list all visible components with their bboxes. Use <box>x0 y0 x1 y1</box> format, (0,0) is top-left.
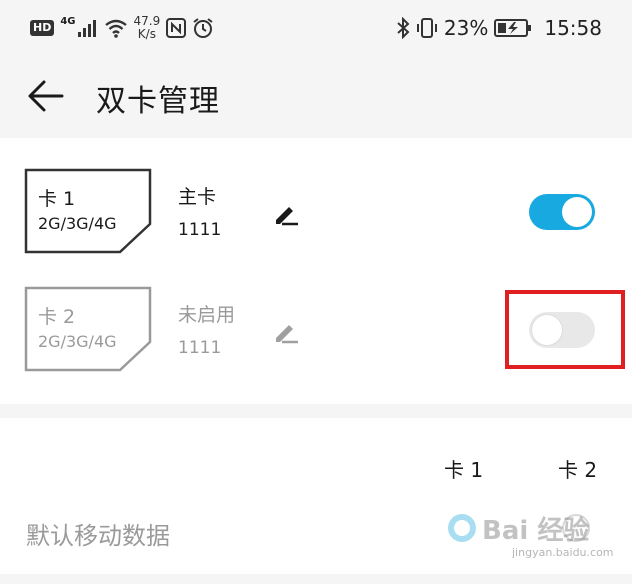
status-left: HD 4G 47.9 K/s <box>30 14 214 42</box>
status-right: 23% 15:58 <box>396 14 602 42</box>
edit-icon[interactable] <box>272 200 300 228</box>
sim-card-icon: 卡 1 2G/3G/4G <box>24 168 152 254</box>
watermark-logo: Bai 经验 <box>482 516 590 546</box>
sim-card-number: 1111 <box>178 220 222 240</box>
default-data-radio-card-1[interactable] <box>448 514 476 542</box>
default-data-label: 默认移动数据 <box>26 522 170 550</box>
sim-card-name: 卡 2 <box>38 306 76 328</box>
sim-card-role: 未启用 <box>178 304 236 326</box>
back-arrow-icon[interactable] <box>26 78 66 114</box>
nfc-icon <box>166 18 187 38</box>
page-header: 双卡管理 <box>0 56 632 138</box>
sim-card-tech: 2G/3G/4G <box>38 332 117 351</box>
status-bar: HD 4G 47.9 K/s 23% 15:58 <box>0 0 632 56</box>
sim-card-icon: 卡 2 2G/3G/4G <box>24 286 152 372</box>
bottom-strip <box>0 574 632 584</box>
sim-card-tech: 2G/3G/4G <box>38 214 117 233</box>
speed-unit: K/s <box>137 27 156 41</box>
page-title: 双卡管理 <box>96 84 220 119</box>
sim-card-1-row: 卡 1 2G/3G/4G 主卡 1111 <box>0 168 632 278</box>
battery-percent: 23% <box>443 16 489 40</box>
sim-card-number: 1111 <box>178 338 222 358</box>
vibrate-icon <box>416 18 437 38</box>
highlight-annotation-box <box>505 290 625 369</box>
battery-charging-icon <box>494 19 532 37</box>
network-type: 4G <box>60 15 76 27</box>
network-speed: 47.9 K/s <box>134 15 161 41</box>
default-data-section: 卡 1 卡 2 默认移动数据 Bai 经验 jingyan.baidu.com <box>0 418 632 584</box>
hd-badge: HD <box>30 20 55 36</box>
watermark-url: jingyan.baidu.com <box>512 546 614 559</box>
toggle-knob <box>562 197 592 227</box>
wifi-icon <box>104 19 127 38</box>
sim-card-name: 卡 1 <box>38 188 76 210</box>
sim-card-role: 主卡 <box>178 186 217 208</box>
alarm-icon <box>193 18 213 38</box>
clock: 15:58 <box>544 16 602 40</box>
column-label-card-2: 卡 2 <box>558 458 598 482</box>
sim-card-1-toggle[interactable] <box>529 194 595 230</box>
edit-icon[interactable] <box>272 318 300 346</box>
bluetooth-icon <box>397 17 410 39</box>
column-label-card-1: 卡 1 <box>444 458 484 482</box>
section-divider <box>0 404 632 418</box>
signal-icon <box>77 20 96 37</box>
